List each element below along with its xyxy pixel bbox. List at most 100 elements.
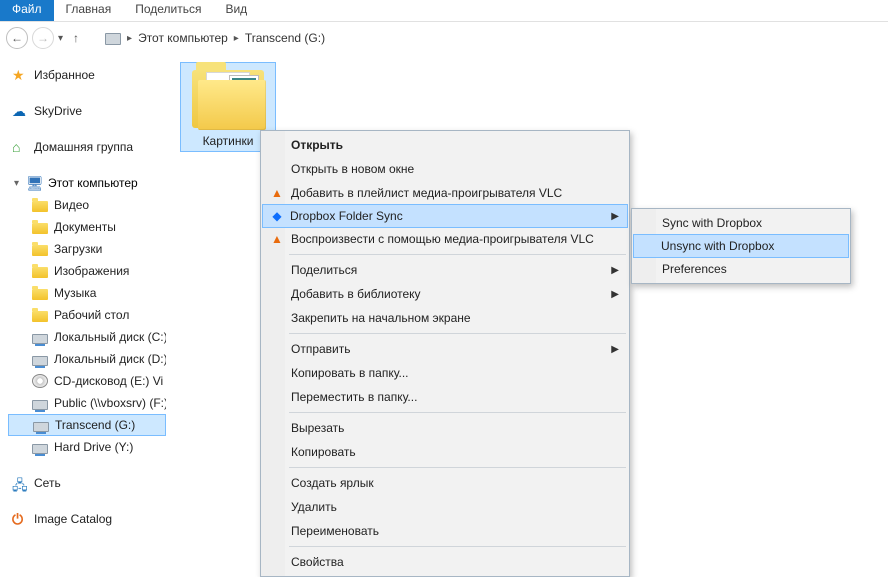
submenu-unsync[interactable]: Unsync with Dropbox bbox=[633, 234, 849, 258]
sidebar-item-drive-d[interactable]: Локальный диск (D:) bbox=[12, 348, 166, 370]
sidebar-homegroup[interactable]: ⌂ Домашняя группа bbox=[12, 136, 166, 158]
breadcrumb-root[interactable]: Этот компьютер bbox=[138, 31, 228, 45]
ribbon-tab-share[interactable]: Поделиться bbox=[123, 0, 213, 21]
menu-item-label: Dropbox Folder Sync bbox=[290, 209, 403, 223]
folder-name: Картинки bbox=[184, 134, 272, 148]
sidebar-item-documents[interactable]: Документы bbox=[12, 216, 166, 238]
sidebar-item-transcend-g[interactable]: Transcend (G:) bbox=[8, 414, 166, 436]
menu-share[interactable]: Поделиться▶ bbox=[263, 258, 627, 282]
ribbon-tab-file[interactable]: Файл bbox=[0, 0, 54, 21]
folder-icon bbox=[32, 267, 48, 278]
menu-item-label: Переместить в папку... bbox=[291, 390, 417, 404]
menu-copy-to-folder[interactable]: Копировать в папку... bbox=[263, 361, 627, 385]
network-icon: 🖧 bbox=[12, 475, 28, 491]
chevron-right-icon: ▸ bbox=[234, 33, 239, 44]
sidebar-item-harddrive-y[interactable]: Hard Drive (Y:) bbox=[12, 436, 166, 458]
submenu-arrow-icon: ▶ bbox=[611, 289, 619, 300]
menu-create-shortcut[interactable]: Создать ярлык bbox=[263, 471, 627, 495]
menu-copy[interactable]: Копировать bbox=[263, 440, 627, 464]
menu-pin-start[interactable]: Закрепить на начальном экране bbox=[263, 306, 627, 330]
sidebar-item-drive-c[interactable]: Локальный диск (C:) bbox=[12, 326, 166, 348]
menu-rename[interactable]: Переименовать bbox=[263, 519, 627, 543]
menu-item-label: Копировать bbox=[291, 445, 356, 459]
drive-icon bbox=[32, 334, 48, 344]
menu-move-to-folder[interactable]: Переместить в папку... bbox=[263, 385, 627, 409]
breadcrumb[interactable]: ▸ Этот компьютер ▸ Transcend (G:) bbox=[99, 27, 331, 49]
menu-open[interactable]: Открыть bbox=[263, 133, 627, 157]
submenu-sync[interactable]: Sync with Dropbox bbox=[634, 211, 848, 235]
context-menu: Открыть Открыть в новом окне ▲ Добавить в… bbox=[260, 130, 630, 577]
sidebar-item-label: Рабочий стол bbox=[54, 308, 129, 322]
power-icon: ⏻ bbox=[12, 511, 28, 527]
drive-icon bbox=[33, 422, 49, 432]
menu-item-label: Добавить в плейлист медиа-проигрывателя … bbox=[291, 186, 562, 200]
menu-item-label: Переименовать bbox=[291, 524, 379, 538]
sidebar-item-public-f[interactable]: Public (\\vboxsrv) (F:) bbox=[12, 392, 166, 414]
ribbon-tab-view[interactable]: Вид bbox=[213, 0, 259, 21]
folder-icon bbox=[32, 311, 48, 322]
sidebar-item-label: Избранное bbox=[34, 68, 95, 82]
nav-history-dropdown[interactable]: ▾ bbox=[58, 33, 63, 44]
vlc-icon: ▲ bbox=[269, 185, 285, 201]
address-bar: ← → ▾ ↑ ▸ Этот компьютер ▸ Transcend (G:… bbox=[0, 22, 888, 54]
sidebar-item-downloads[interactable]: Загрузки bbox=[12, 238, 166, 260]
folder-icon bbox=[32, 223, 48, 234]
sidebar-image-catalog[interactable]: ⏻ Image Catalog bbox=[12, 508, 166, 530]
sidebar-item-videos[interactable]: Видео bbox=[12, 194, 166, 216]
sidebar-item-label: Hard Drive (Y:) bbox=[54, 440, 133, 454]
folder-icon bbox=[192, 70, 264, 128]
menu-item-label: Preferences bbox=[662, 262, 727, 276]
menu-vlc-play[interactable]: ▲Воспроизвести с помощью медиа-проигрыва… bbox=[263, 227, 627, 251]
drive-icon bbox=[32, 444, 48, 454]
sidebar-item-label: Изображения bbox=[54, 264, 129, 278]
sidebar-item-label: Сеть bbox=[34, 476, 61, 490]
ribbon-tab-home[interactable]: Главная bbox=[54, 0, 124, 21]
menu-item-label: Вырезать bbox=[291, 421, 344, 435]
menu-item-label: Unsync with Dropbox bbox=[661, 239, 774, 253]
cd-icon bbox=[32, 374, 48, 388]
menu-item-label: Копировать в папку... bbox=[291, 366, 409, 380]
menu-open-new-window[interactable]: Открыть в новом окне bbox=[263, 157, 627, 181]
sidebar-item-label: Видео bbox=[54, 198, 89, 212]
sidebar-skydrive[interactable]: ☁ SkyDrive bbox=[12, 100, 166, 122]
tree-collapse-icon[interactable]: ▾ bbox=[14, 178, 19, 189]
folder-icon bbox=[32, 201, 48, 212]
menu-cut[interactable]: Вырезать bbox=[263, 416, 627, 440]
sidebar-item-label: Локальный диск (D:) bbox=[54, 352, 166, 366]
folder-icon bbox=[32, 245, 48, 256]
sidebar-item-cd-e[interactable]: CD-дисковод (E:) Vi bbox=[12, 370, 166, 392]
sidebar-item-label: Музыка bbox=[54, 286, 96, 300]
sidebar-this-pc[interactable]: ▾ 🖥 Этот компьютер bbox=[12, 172, 166, 194]
menu-add-library[interactable]: Добавить в библиотеку▶ bbox=[263, 282, 627, 306]
sidebar-item-desktop[interactable]: Рабочий стол bbox=[12, 304, 166, 326]
menu-item-label: Отправить bbox=[291, 342, 351, 356]
menu-vlc-playlist[interactable]: ▲ Добавить в плейлист медиа-проигрывателя… bbox=[263, 181, 627, 205]
drive-icon bbox=[105, 33, 121, 45]
menu-delete[interactable]: Удалить bbox=[263, 495, 627, 519]
submenu-arrow-icon: ▶ bbox=[611, 344, 619, 355]
menu-properties[interactable]: Свойства bbox=[263, 550, 627, 574]
sidebar-network[interactable]: 🖧 Сеть bbox=[12, 472, 166, 494]
sidebar-item-pictures[interactable]: Изображения bbox=[12, 260, 166, 282]
menu-separator bbox=[289, 467, 626, 468]
sidebar-item-music[interactable]: Музыка bbox=[12, 282, 166, 304]
sidebar-item-label: Документы bbox=[54, 220, 116, 234]
nav-forward-button[interactable]: → bbox=[32, 27, 54, 49]
menu-item-label: Sync with Dropbox bbox=[662, 216, 762, 230]
sidebar-item-label: Transcend (G:) bbox=[55, 418, 135, 432]
nav-back-button[interactable]: ← bbox=[6, 27, 28, 49]
nav-up-button[interactable]: ↑ bbox=[67, 29, 85, 47]
chevron-right-icon: ▸ bbox=[127, 33, 132, 44]
menu-item-label: Закрепить на начальном экране bbox=[291, 311, 471, 325]
menu-dropbox-folder-sync[interactable]: ◆Dropbox Folder Sync▶ bbox=[262, 204, 628, 228]
menu-item-label: Создать ярлык bbox=[291, 476, 374, 490]
breadcrumb-location[interactable]: Transcend (G:) bbox=[245, 31, 325, 45]
menu-send-to[interactable]: Отправить ▶ bbox=[263, 337, 627, 361]
menu-item-label: Поделиться bbox=[291, 263, 357, 277]
menu-separator bbox=[289, 412, 626, 413]
sidebar-item-label: Загрузки bbox=[54, 242, 102, 256]
sidebar-favorites[interactable]: ★ Избранное bbox=[12, 64, 166, 86]
submenu-preferences[interactable]: Preferences bbox=[634, 257, 848, 281]
star-icon: ★ bbox=[12, 67, 28, 83]
homegroup-icon: ⌂ bbox=[12, 139, 28, 155]
